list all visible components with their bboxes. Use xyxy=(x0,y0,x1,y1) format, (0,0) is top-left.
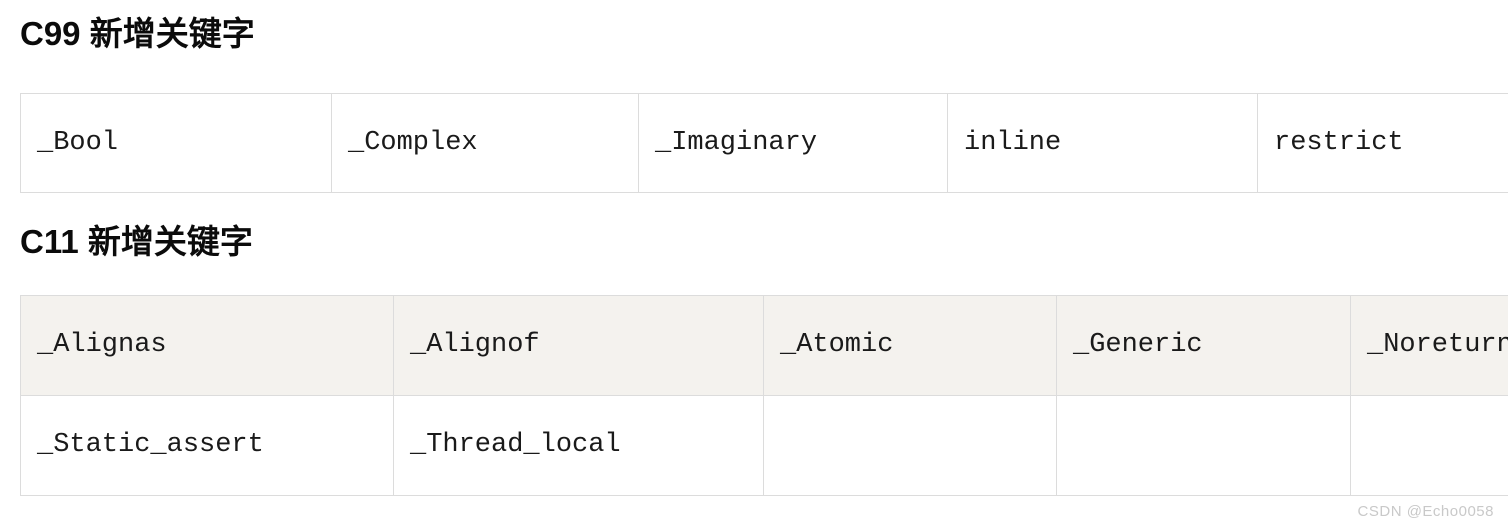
table-cell: _Atomic xyxy=(763,295,1057,396)
section-heading-c99: C99 新增关键字 xyxy=(20,15,255,52)
table-cell-empty xyxy=(1056,395,1351,496)
keyword-table-c99: _Bool _Complex _Imaginary inline restric… xyxy=(20,93,1508,193)
watermark-label: CSDN @Echo0058 xyxy=(1357,503,1494,520)
table-cell: inline xyxy=(947,93,1258,193)
table-cell: _Bool xyxy=(20,93,332,193)
document-page: C99 新增关键字 _Bool _Complex _Imaginary inli… xyxy=(0,0,1508,526)
table-cell: _Static_assert xyxy=(20,395,394,496)
section-heading-c11: C11 新增关键字 xyxy=(20,223,253,260)
table-cell: _Imaginary xyxy=(638,93,948,193)
table-row: _Alignas _Alignof _Atomic _Generic _Nore… xyxy=(20,295,1508,396)
table-cell: _Thread_local xyxy=(393,395,764,496)
table-cell-empty xyxy=(763,395,1057,496)
table-row: _Static_assert _Thread_local xyxy=(20,395,1508,496)
table-cell: _Alignof xyxy=(393,295,764,396)
table-cell: _Alignas xyxy=(20,295,394,396)
table-row: _Bool _Complex _Imaginary inline restric… xyxy=(20,93,1508,193)
table-cell-empty xyxy=(1350,395,1508,496)
table-cell: _Noreturn xyxy=(1350,295,1508,396)
table-cell: _Generic xyxy=(1056,295,1351,396)
keyword-table-c11: _Alignas _Alignof _Atomic _Generic _Nore… xyxy=(20,295,1508,496)
table-cell: restrict xyxy=(1257,93,1508,193)
table-cell: _Complex xyxy=(331,93,639,193)
